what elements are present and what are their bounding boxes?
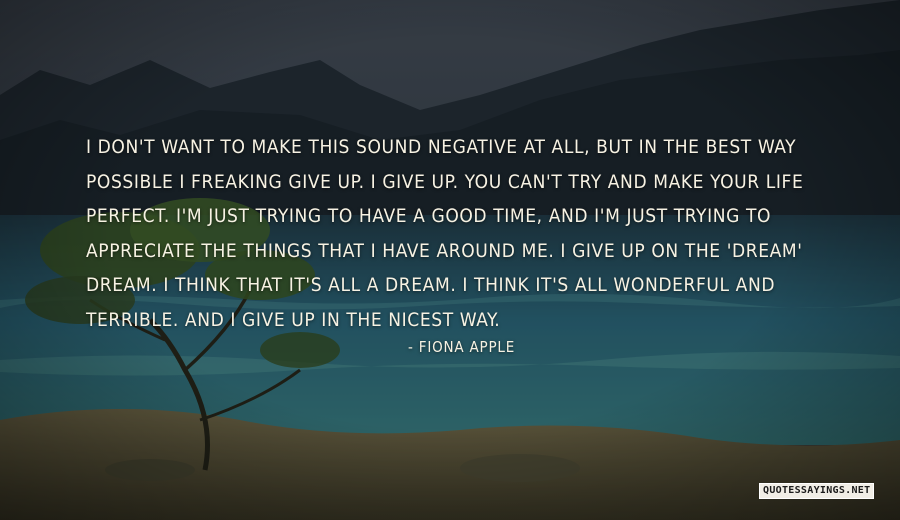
- watermark-logo: QUOTESSAYINGS.NET: [759, 483, 875, 499]
- quote-image: I don't want to make this sound negative…: [0, 0, 900, 520]
- quote-author: - FIONA APPLE: [408, 338, 516, 356]
- quote-text: I don't want to make this sound negative…: [86, 136, 804, 331]
